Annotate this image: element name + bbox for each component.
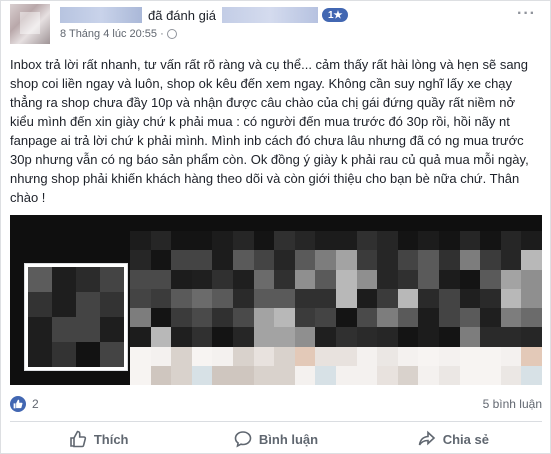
share-button[interactable]: Chia sẻ [365,425,542,453]
share-label: Chia sẻ [442,431,489,447]
review-post: đã đánh giá 1★ 8 Tháng 4 lúc 20:55 · ···… [0,0,551,454]
comment-label: Bình luận [258,431,319,447]
post-meta: 8 Tháng 4 lúc 20:55 · [60,28,177,40]
speech-bubble-icon [234,431,252,448]
more-options-icon[interactable]: ··· [517,6,536,22]
divider [10,421,542,422]
review-text: Inbox trả lời rất nhanh, tư vấn rất rõ r… [10,57,529,205]
reviewed-label: đã đánh giá [148,7,216,23]
comment-count[interactable]: 5 bình luận [483,397,542,411]
like-reaction-icon [10,396,26,412]
comment-button[interactable]: Bình luận [187,425,364,453]
like-count: 2 [32,397,39,411]
share-arrow-icon [418,430,435,446]
action-bar: Thích Bình luận Chia sẻ [10,425,542,453]
globe-icon [166,29,177,39]
thumbnail-pixelated [28,267,124,367]
post-stats: 2 5 bình luận [10,394,542,414]
reaction-summary[interactable]: 2 [10,396,39,412]
like-button[interactable]: Thích [10,425,187,453]
avatar[interactable] [10,4,50,44]
review-photo[interactable] [10,215,542,385]
thumbs-up-icon [70,430,86,448]
photo-thumbnail[interactable] [24,263,128,371]
timestamp[interactable]: 8 Tháng 4 lúc 20:55 · [60,28,164,40]
reviewer-name-blurred[interactable] [60,7,142,23]
page-name-blurred[interactable] [221,7,318,23]
like-label: Thích [93,431,129,447]
post-header: đã đánh giá 1★ [60,5,349,25]
rating-badge: 1★ [321,8,349,22]
photo-pixelated [130,231,542,385]
